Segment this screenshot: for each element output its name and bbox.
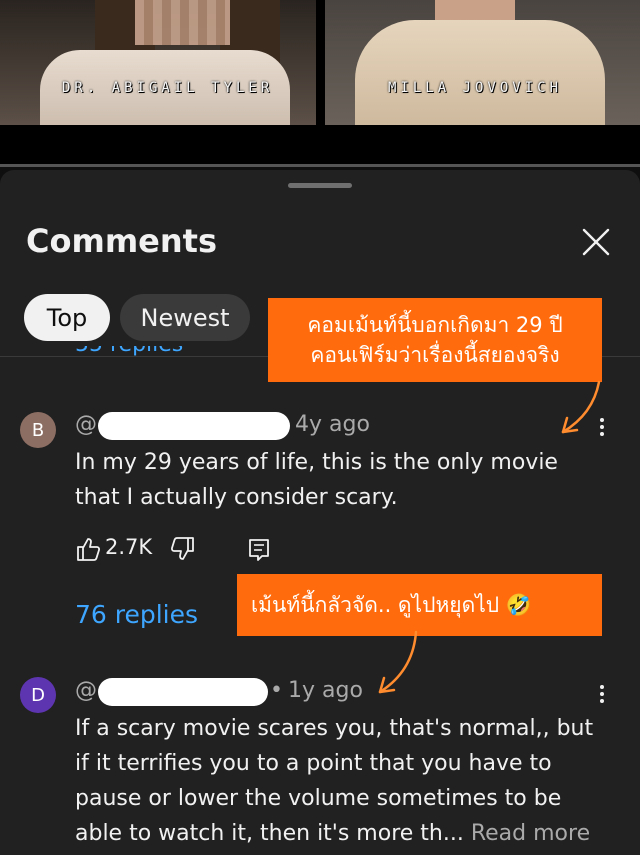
annotation-2-text: เม้นท์นี้กลัวจัด.. ดูไปหยุดไป 🤣 xyxy=(251,592,532,617)
drag-handle[interactable] xyxy=(288,183,352,188)
video-progress-bar[interactable] xyxy=(0,164,640,167)
video-caption-right: MILLA JOVOVICH xyxy=(388,80,563,96)
video-frame-right xyxy=(325,0,640,125)
annotation-1-line-1: คอมเม้นท์นี้บอกเกิดมา 29 ปี xyxy=(307,312,563,337)
video-frame-left xyxy=(0,0,316,125)
view-replies-link[interactable]: 76 replies xyxy=(75,600,198,629)
filter-chip-top[interactable]: Top xyxy=(24,294,110,341)
comment-author-at[interactable]: @ xyxy=(75,678,97,703)
pixelated-face xyxy=(135,0,230,45)
reply-icon[interactable] xyxy=(248,534,270,564)
comment-age: 1y ago xyxy=(288,678,363,703)
avatar[interactable]: D xyxy=(20,677,56,713)
separator-dot: • xyxy=(270,678,283,703)
like-icon[interactable] xyxy=(75,534,101,564)
filter-chip-newest[interactable]: Newest xyxy=(120,294,250,341)
video-caption-left: DR. ABIGAIL TYLER xyxy=(62,80,274,96)
more-options-icon[interactable] xyxy=(592,415,612,441)
annotation-box-2: เม้นท์นี้กลัวจัด.. ดูไปหยุดไป 🤣 xyxy=(237,574,602,636)
comment-author-at[interactable]: @ xyxy=(75,412,97,437)
annotation-box-1: คอมเม้นท์นี้บอกเกิดมา 29 ปี คอนเฟิร์มว่า… xyxy=(268,298,602,382)
video-player[interactable]: DR. ABIGAIL TYLER MILLA JOVOVICH xyxy=(0,0,640,167)
dislike-icon[interactable] xyxy=(170,534,196,564)
avatar[interactable]: B xyxy=(20,412,56,448)
annotation-1-line-2: คอนเฟิร์มว่าเรื่องนี้สยองจริง xyxy=(310,343,560,367)
redacted-username xyxy=(98,678,268,706)
comment-age: 4y ago xyxy=(295,412,370,437)
annotation-arrow-icon xyxy=(378,630,418,694)
redacted-username xyxy=(98,412,290,440)
close-icon[interactable] xyxy=(578,224,614,260)
like-count: 2.7K xyxy=(105,535,153,559)
read-more-link[interactable]: Read more xyxy=(471,821,590,846)
sheet-title: Comments xyxy=(26,222,217,260)
comment-text: In my 29 years of life, this is the only… xyxy=(75,450,558,510)
comment-text: If a scary movie scares you, that's norm… xyxy=(75,716,594,846)
more-options-icon[interactable] xyxy=(592,682,612,708)
